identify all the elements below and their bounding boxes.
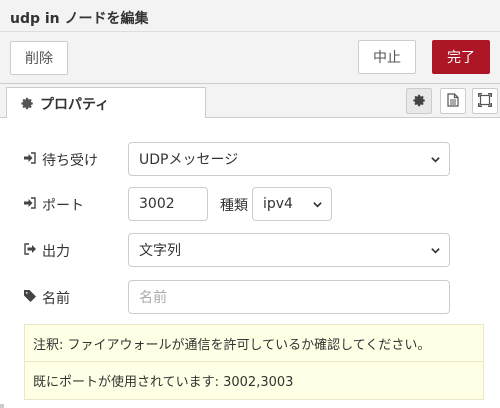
tag-icon — [24, 290, 42, 306]
output-row-label: 出力 — [24, 241, 70, 261]
frame-icon — [478, 92, 492, 111]
firewall-tip: 注釈: ファイアウォールが通信を許可しているか確認してください。 — [24, 324, 484, 362]
sign-out-icon — [24, 243, 42, 259]
document-icon — [447, 92, 459, 111]
port-input[interactable]: 3002 — [128, 187, 208, 221]
ports-in-use-tip: 既にポートが使用されています: 3002,3003 — [24, 362, 484, 400]
ip-type-select[interactable]: ipv4 — [252, 187, 332, 221]
cancel-button[interactable]: 中止 — [358, 40, 416, 74]
sign-in-icon — [24, 152, 42, 168]
chevron-down-icon — [430, 153, 441, 169]
output-label: 出力 — [42, 244, 70, 260]
dialog-title: udp in ノードを編集 — [10, 11, 149, 27]
chevron-down-icon — [430, 244, 441, 260]
tab-settings-button[interactable] — [406, 88, 432, 114]
tab-bar: プロパティ — [0, 84, 500, 119]
listen-label: 待ち受け — [42, 153, 98, 169]
name-input[interactable]: 名前 — [128, 280, 450, 314]
sign-in-icon — [24, 197, 42, 213]
chevron-down-icon — [312, 198, 323, 214]
type-label: 種類 — [220, 198, 248, 214]
gear-icon — [21, 97, 34, 110]
name-row-label: 名前 — [24, 288, 70, 308]
dialog-titlebar: udp in ノードを編集 — [0, 0, 500, 32]
port-label: ポート — [42, 198, 84, 214]
listen-row-label: 待ち受け — [24, 150, 98, 170]
name-label: 名前 — [42, 291, 70, 307]
delete-button[interactable]: 削除 — [10, 41, 68, 75]
resize-handle[interactable] — [0, 404, 4, 408]
listen-select[interactable]: UDPメッセージ — [128, 142, 450, 176]
action-bar: 削除 中止 完了 — [0, 32, 500, 84]
port-row-label: ポート — [24, 195, 84, 215]
output-select[interactable]: 文字列 — [128, 233, 450, 267]
done-button[interactable]: 完了 — [432, 40, 490, 74]
tab-appearance-button[interactable] — [472, 88, 498, 114]
tab-properties-label: プロパティ — [40, 96, 110, 113]
tab-properties[interactable]: プロパティ — [6, 87, 206, 119]
gear-icon — [412, 92, 426, 111]
tab-description-button[interactable] — [440, 88, 466, 114]
properties-panel: 待ち受け UDPメッセージ ポート 3002 種類 ipv4 出力 文字列 名前… — [0, 118, 500, 408]
